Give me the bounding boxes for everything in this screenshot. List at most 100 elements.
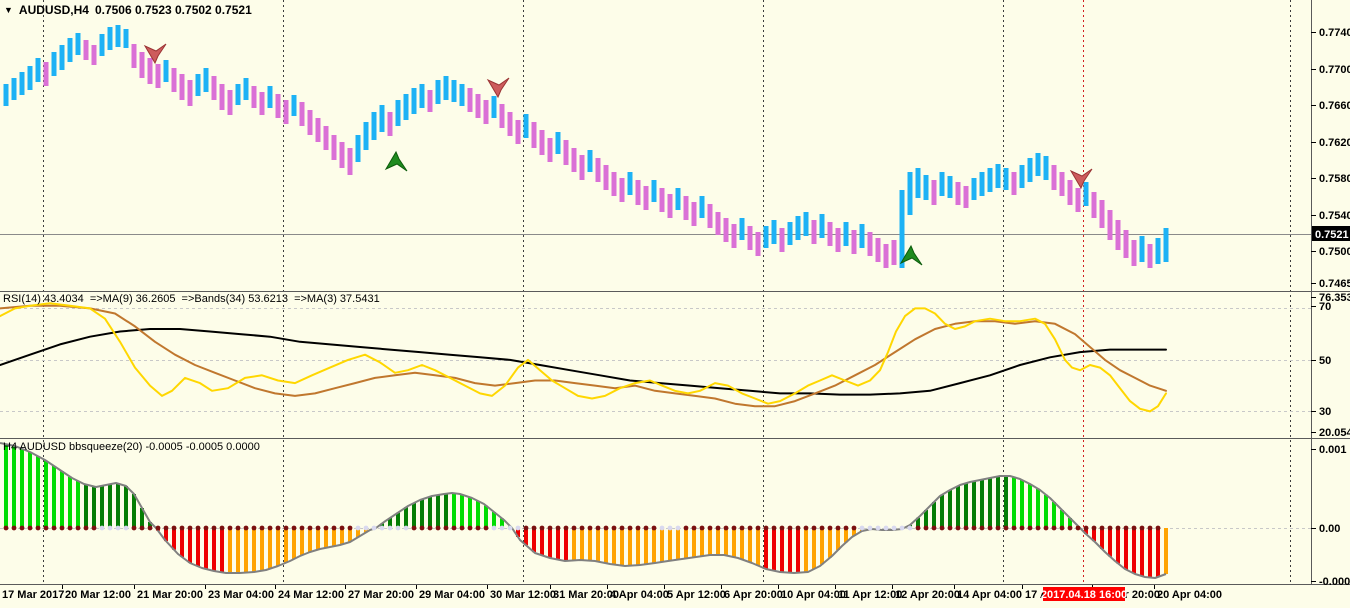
squeeze-bar [172, 528, 176, 550]
squeeze-dot-dark [995, 525, 1001, 531]
squeeze-bar [628, 528, 632, 566]
squeeze-bar [340, 528, 344, 545]
time-tick-label: 6 Apr 20:00 [724, 589, 783, 601]
symbol-dropdown-icon[interactable]: ▼ [4, 5, 13, 15]
price-bar-up [907, 172, 913, 215]
squeeze-bar [612, 528, 616, 565]
price-axis-tick-label: 0.7620 [1319, 137, 1350, 149]
price-bar-up [1027, 158, 1033, 182]
squeeze-dot-dark [1051, 525, 1057, 531]
squeeze-dot-dark [307, 525, 313, 531]
price-bar-up [451, 80, 457, 102]
squeeze-bar [44, 460, 48, 528]
price-bar-down [331, 135, 337, 160]
price-axis-tick-label: 0.7660 [1319, 100, 1350, 112]
price-bar-down [43, 62, 49, 86]
price-bar-up [195, 74, 201, 96]
squeeze-dot-dark [11, 525, 17, 531]
price-bar-up [75, 33, 81, 55]
squeeze-bar [404, 507, 408, 528]
price-bar-up [523, 114, 529, 138]
price-bar-down [571, 148, 577, 172]
squeeze-dot-dark [931, 525, 937, 531]
price-bar-down [595, 158, 601, 182]
price-bar-down [755, 232, 761, 256]
price-bar-down [867, 232, 873, 256]
squeeze-dot-dark [611, 525, 617, 531]
squeeze-bar [180, 528, 184, 557]
squeeze-dot-dark [203, 525, 209, 531]
bid-price-box-label: 0.7521 [1315, 229, 1349, 241]
price-bar-up [123, 29, 129, 48]
squeeze-dot-light [395, 525, 401, 531]
squeeze-dot-dark [731, 525, 737, 531]
price-bar-up [763, 226, 769, 248]
squeeze-bar [1156, 528, 1160, 577]
squeeze-bar [196, 528, 200, 567]
squeeze-dot-dark [163, 525, 169, 531]
price-bar-down [931, 180, 937, 205]
squeeze-dot-dark [715, 525, 721, 531]
squeeze-dot-dark [1027, 525, 1033, 531]
price-bar-up [435, 80, 441, 104]
price-bar-down [963, 186, 969, 208]
squeeze-bar [220, 528, 224, 573]
squeeze-bar [828, 528, 832, 558]
price-bar-down [275, 94, 281, 118]
squeeze-dot-dark [723, 525, 729, 531]
price-bar-down [339, 142, 345, 168]
time-tick-label: 20 Mar 12:00 [65, 589, 131, 601]
squeeze-dot-light [867, 525, 873, 531]
squeeze-bar [748, 528, 752, 563]
price-axis-tick-label: 0.7500 [1319, 246, 1350, 258]
time-tick-label: 20 Apr 04:00 [1157, 589, 1222, 601]
squeeze-dot-light [355, 525, 361, 531]
price-bar-down [283, 100, 289, 124]
price-bar-up [995, 164, 1001, 188]
squeeze-dot-dark [971, 525, 977, 531]
price-bar-down [483, 100, 489, 124]
squeeze-dot-light [883, 525, 889, 531]
squeeze-bar [652, 528, 656, 564]
squeeze-bar [780, 528, 784, 573]
squeeze-dot-dark [803, 525, 809, 531]
squeeze-dot-dark [531, 525, 537, 531]
squeeze-dot-dark [699, 525, 705, 531]
price-bar-up [971, 178, 977, 200]
price-bar-up [267, 86, 273, 108]
squeeze-bar [308, 528, 312, 552]
squeeze-dot-light [891, 525, 897, 531]
squeeze-bar [204, 528, 208, 569]
squeeze-dot-dark [843, 525, 849, 531]
squeeze-bar [124, 486, 128, 528]
squeeze-dot-dark [763, 525, 769, 531]
price-bar-up [35, 58, 41, 82]
squeeze-bar [996, 476, 1000, 528]
price-bar-up [411, 88, 417, 114]
squeeze-bar [940, 494, 944, 528]
squeeze-dot-light [379, 525, 385, 531]
squeeze-bar [1116, 528, 1120, 564]
price-bar-down [219, 84, 225, 110]
time-tick-label: 29 Mar 04:00 [419, 589, 485, 601]
price-bar-up [115, 25, 121, 47]
price-bar-up [651, 180, 657, 202]
price-bar-up [699, 196, 705, 218]
event-date-box-label: 2017.04.18 16:00 [1041, 589, 1127, 601]
price-bar-up [491, 96, 497, 118]
squeeze-dot-dark [1131, 525, 1137, 531]
ohlc-values: 0.7506 0.7523 0.7502 0.7521 [94, 3, 252, 17]
price-bar-up [107, 27, 113, 50]
time-tick-label: 5 Apr 12:00 [667, 589, 726, 601]
squeeze-axis-tick-label: 0.00 [1319, 523, 1340, 535]
price-axis-tick-label: 0.7700 [1319, 64, 1350, 76]
squeeze-bar [1140, 528, 1144, 577]
squeeze-bar [228, 528, 232, 573]
squeeze-bar [1004, 476, 1008, 528]
squeeze-bar [524, 528, 528, 546]
price-bar-up [1003, 168, 1009, 190]
price-bar-down [891, 240, 897, 265]
squeeze-dot-dark [83, 525, 89, 531]
price-bar-down [1067, 180, 1073, 205]
price-bar-down [91, 45, 97, 65]
